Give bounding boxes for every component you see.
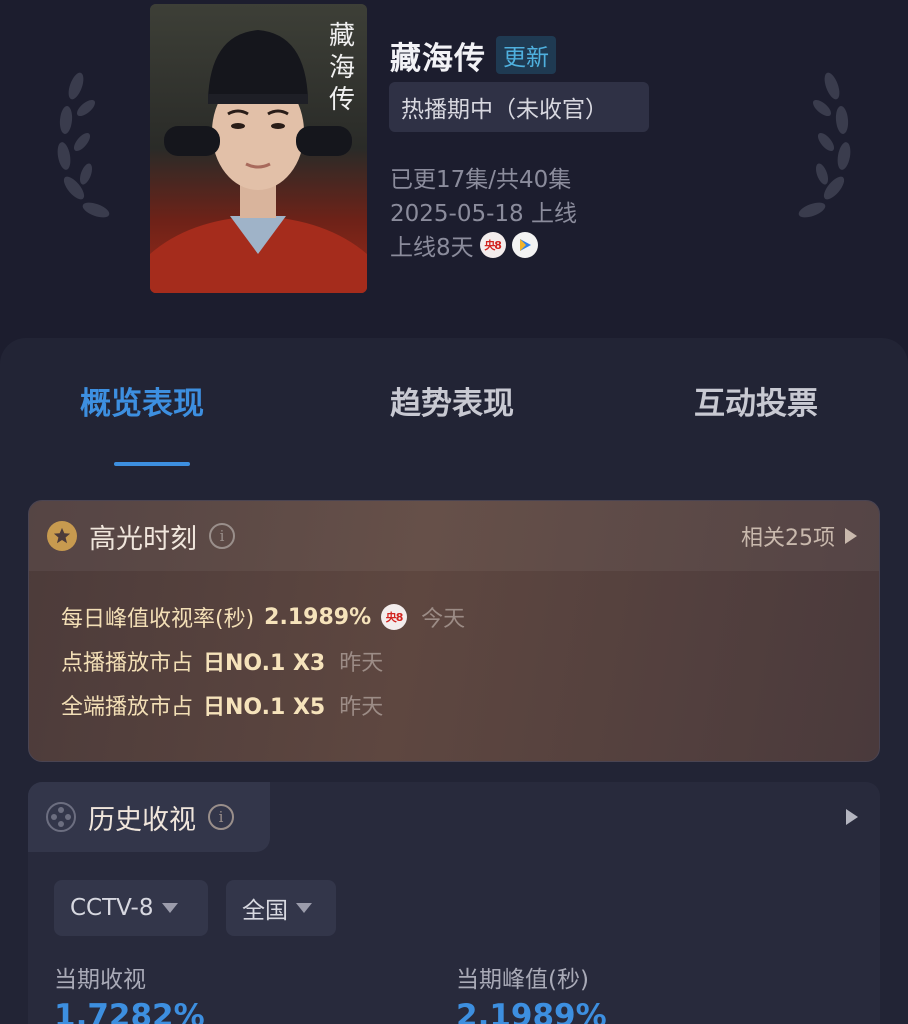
show-detail-page: 藏 海 传 藏海传 更新 热播期中（未收官） 已更17集/共40集 2025-0… [0, 0, 908, 1024]
laurel-right-icon [798, 72, 851, 218]
history-header: 历史收视 i [28, 782, 270, 852]
highlight-item[interactable]: 全端播放市占 日NO.1 X5 昨天 [61, 689, 383, 721]
current-peak-value: 2.1989% [456, 998, 607, 1024]
poster-illustration: 藏 海 传 [150, 4, 367, 293]
episode-count: 已更17集/共40集 [390, 167, 572, 193]
caret-down-icon [161, 903, 178, 913]
channel-select-value: CCTV-8 [70, 895, 154, 921]
tab-overview[interactable]: 概览表现 [80, 378, 204, 423]
streaming-platform-icon[interactable] [511, 232, 538, 258]
laurel-left-icon [57, 72, 110, 218]
current-rating-label: 当期收视 [54, 967, 146, 993]
current-rating-value: 1.7282% [54, 998, 205, 1024]
highlight-label: 全端播放市占 [61, 695, 194, 720]
highlight-value: 日NO.1 X3 [203, 651, 326, 676]
days-online-row: 上线8天 央8 [390, 228, 538, 262]
highlights-card: 高光时刻 i 相关25项 每日峰值收视率(秒) 2.1989% 央8 今天 点播… [28, 500, 880, 762]
play-arrow-icon [846, 809, 858, 825]
region-select-value: 全国 [242, 898, 288, 924]
star-icon [47, 521, 77, 551]
show-title: 藏海传 [390, 40, 486, 77]
premiere-date: 2025-05-18 上线 [390, 201, 577, 227]
info-icon[interactable]: i [208, 804, 234, 830]
related-items-label: 相关25项 [741, 526, 835, 551]
cctv8-channel-icon: 央8 [381, 604, 408, 630]
region-select[interactable]: 全国 [226, 880, 336, 936]
title-row: 藏海传 更新 [390, 32, 556, 78]
highlight-value: 2.1989% [264, 604, 372, 630]
active-tab-indicator [114, 462, 190, 466]
channel-select[interactable]: CCTV-8 [54, 880, 208, 936]
highlight-label: 点播播放市占 [61, 651, 194, 676]
update-badge: 更新 [496, 36, 556, 74]
poster-title-char-1: 藏 [329, 21, 355, 51]
highlight-label: 每日峰值收视率(秒) [61, 607, 255, 632]
highlights-header: 高光时刻 i 相关25项 [29, 501, 879, 571]
highlight-item[interactable]: 点播播放市占 日NO.1 X3 昨天 [61, 645, 383, 677]
poster-title-char-2: 海 [329, 53, 355, 83]
history-ratings-card: 历史收视 i CCTV-8 全国 当期收视 1.7282% 当期峰值(秒) 2.… [28, 782, 880, 1024]
current-peak-label: 当期峰值(秒) [456, 967, 589, 993]
show-poster[interactable]: 藏 海 传 [150, 4, 367, 293]
tab-trend[interactable]: 趋势表现 [390, 378, 514, 423]
highlight-item[interactable]: 每日峰值收视率(秒) 2.1989% 央8 今天 [61, 601, 465, 633]
info-icon[interactable]: i [209, 523, 235, 549]
cctv8-channel-icon[interactable]: 央8 [479, 232, 506, 258]
highlight-time: 昨天 [339, 695, 384, 720]
highlights-title: 高光时刻 [89, 523, 197, 555]
film-reel-icon [46, 802, 76, 832]
airing-status-chip: 热播期中（未收官） [389, 82, 649, 132]
days-online: 上线8天 [390, 235, 474, 261]
highlight-value: 日NO.1 X5 [203, 695, 326, 720]
highlight-time: 今天 [421, 607, 466, 632]
tab-interactive-vote[interactable]: 互动投票 [694, 378, 818, 423]
poster-title-char-3: 传 [329, 85, 355, 115]
related-items-link[interactable]: 相关25项 [741, 501, 857, 571]
history-more-button[interactable] [846, 809, 858, 825]
highlight-time: 昨天 [339, 651, 384, 676]
play-arrow-icon [845, 528, 857, 544]
caret-down-icon [296, 903, 312, 913]
history-title: 历史收视 [88, 804, 196, 836]
